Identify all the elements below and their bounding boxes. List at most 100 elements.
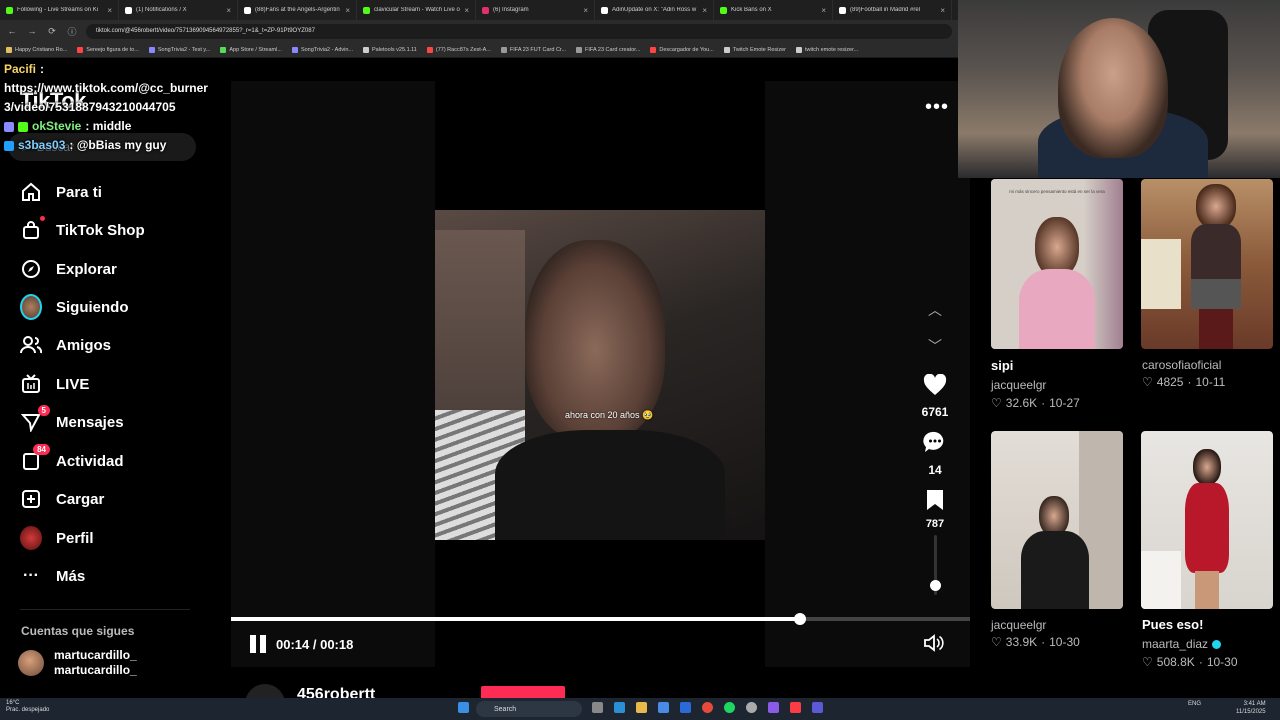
video-progress-handle[interactable]	[794, 613, 807, 625]
suggested-title[interactable]: Pues eso!	[1142, 617, 1203, 632]
bookmark-item[interactable]: Descargador de You...	[650, 46, 714, 53]
bookmark-item[interactable]: (77) Racc87s Zest-A...	[426, 46, 491, 53]
bookmark-item[interactable]: Twitch Emote Resizer	[723, 46, 787, 53]
spotify-icon[interactable]	[724, 702, 735, 713]
bookmark-item[interactable]: twitch emote resizer...	[796, 46, 858, 53]
tab-close-icon[interactable]: ×	[464, 6, 469, 15]
nav-item-amigos[interactable]: Amigos	[20, 331, 111, 359]
tab-close-icon[interactable]: ×	[226, 6, 231, 15]
tab-close-icon[interactable]: ×	[821, 6, 826, 15]
suggested-user[interactable]: jacqueelgr	[991, 618, 1046, 632]
bookmark-item[interactable]: SongTrivia2 - Advin...	[291, 46, 353, 53]
nav-item-actividad[interactable]: 84 Actividad	[20, 444, 124, 475]
nav-item-explorar[interactable]: Explorar	[20, 255, 117, 283]
tab-close-icon[interactable]: ×	[940, 6, 945, 15]
volume-slider-handle[interactable]	[930, 580, 941, 591]
reload-icon[interactable]: ⟳	[46, 26, 58, 37]
nav-item-perfil[interactable]: Perfil	[20, 524, 94, 552]
following-account[interactable]: martucardillo_ martucardillo_	[18, 648, 137, 678]
save-button[interactable]: 787	[916, 489, 954, 530]
bookmark-item[interactable]: FIFA 23 FUT Card Cr...	[500, 46, 566, 53]
browser-tab[interactable]: (88)Fans at the Angels-Argentin ×	[238, 0, 357, 20]
bookmark-item[interactable]: Sereejo figura de to...	[77, 46, 139, 53]
suggested-likes: 4825	[1156, 375, 1184, 389]
discord-icon[interactable]	[768, 702, 779, 713]
settings-icon[interactable]	[746, 702, 757, 713]
chrome-icon[interactable]	[702, 702, 713, 713]
suggested-username: carosofiaoficial	[1142, 358, 1222, 372]
suggested-video-card[interactable]	[1141, 179, 1273, 349]
time-current: 00:14	[276, 637, 310, 652]
tab-label: clavicular Stream - Watch Live o	[374, 7, 460, 13]
bookmark-item[interactable]: SongTrivia2 - Test y...	[148, 46, 210, 53]
browser-tab[interactable]: AdinUpdate on X: "Adin Ross w ×	[595, 0, 714, 20]
nav-label: Perfil	[56, 529, 94, 547]
more-options-icon[interactable]: •••	[925, 96, 949, 119]
nav-item-mas[interactable]: ··· Más	[20, 562, 85, 590]
tab-close-icon[interactable]: ×	[702, 6, 707, 15]
suggested-user[interactable]: jacqueelgr	[991, 378, 1046, 392]
music-icon[interactable]	[790, 702, 801, 713]
suggested-video-card[interactable]: mi más sincero pensamiento está en ser l…	[991, 179, 1123, 349]
pause-button[interactable]	[250, 635, 268, 655]
nav-item-para-ti[interactable]: Para ti	[20, 178, 102, 206]
browser-tab[interactable]: clavicular Stream - Watch Live o ×	[357, 0, 476, 20]
video-progress-bar[interactable]	[231, 613, 970, 625]
suggested-user[interactable]: carosofiaoficial	[1142, 358, 1221, 372]
nav-label: Más	[56, 567, 86, 585]
nav-item-tiktok-shop[interactable]: TikTok Shop	[20, 216, 145, 244]
volume-icon[interactable]	[924, 634, 944, 657]
like-button[interactable]: 6761	[916, 373, 954, 419]
tab-close-icon[interactable]: ×	[583, 6, 588, 15]
nav-label: Siguiendo	[56, 298, 129, 316]
tab-favicon-icon	[482, 6, 489, 14]
next-video-icon[interactable]: ﹀	[928, 336, 942, 356]
comment-button[interactable]: 14	[916, 430, 954, 477]
previous-video-icon[interactable]: ︿	[928, 300, 942, 320]
browser-tab[interactable]: (1) Notifications / X ×	[119, 0, 238, 20]
bookmark-item[interactable]: App Store / Streaml...	[220, 46, 282, 53]
suggested-video-card[interactable]	[991, 431, 1123, 609]
mail-icon[interactable]	[680, 702, 691, 713]
language-indicator[interactable]: ENG	[1188, 701, 1201, 707]
forward-icon[interactable]: →	[26, 26, 38, 36]
suggested-likes: 33.9K	[1005, 635, 1038, 649]
chat-username: Pacifi	[4, 62, 37, 76]
suggested-title[interactable]: sipi	[991, 358, 1013, 373]
browser-tab[interactable]: Kick Bans on X ×	[714, 0, 833, 20]
suggested-user[interactable]: maarta_diaz	[1142, 637, 1222, 651]
nav-item-live[interactable]: LIVE	[20, 370, 89, 398]
bookmark-item[interactable]: Happy Cristiano Ro...	[6, 46, 67, 53]
start-icon[interactable]	[458, 702, 469, 713]
nav-item-mensajes[interactable]: 5 Mensajes	[20, 405, 124, 436]
store-icon[interactable]	[658, 702, 669, 713]
nav-item-siguiendo[interactable]: Siguiendo	[20, 293, 129, 321]
url-field[interactable]: tiktok.com/@456robertt/video/75713690945…	[86, 23, 952, 39]
site-info-icon[interactable]: ⓘ	[66, 25, 78, 38]
back-icon[interactable]: ←	[6, 26, 18, 36]
edge-icon[interactable]	[614, 702, 625, 713]
video-content-image[interactable]	[435, 210, 765, 540]
bookmark-item[interactable]: FIFA 23 Card creator...	[576, 46, 640, 53]
weather-widget[interactable]: 16°C Prac. despejado	[6, 700, 49, 714]
browser-tab[interactable]: (89)Football in Madrid #rel ×	[833, 0, 952, 20]
browser-tab[interactable]: (6) Instagram ×	[476, 0, 595, 20]
chat-message: : middle	[85, 119, 132, 133]
clock[interactable]: 3:41 AM 11/15/2025	[1236, 700, 1266, 716]
tab-close-icon[interactable]: ×	[107, 6, 112, 15]
nav-item-cargar[interactable]: Cargar	[20, 485, 104, 513]
bookmark-label: Twitch Emote Resizer	[732, 46, 787, 53]
comment-count: 14	[928, 463, 942, 477]
taskbar-search[interactable]: Search	[476, 701, 582, 717]
tab-close-icon[interactable]: ×	[345, 6, 350, 15]
task-view-icon[interactable]	[592, 702, 603, 713]
explorer-icon[interactable]	[636, 702, 647, 713]
teams-icon[interactable]	[812, 702, 823, 713]
browser-tab[interactable]: Following - Live Streams on Ki ×	[0, 0, 119, 20]
bookmark-item[interactable]: Paletools v25.1.11	[363, 46, 417, 53]
suggested-username: jacqueelgr	[991, 618, 1047, 632]
tab-favicon-icon	[720, 6, 727, 14]
suggested-video-card[interactable]	[1141, 431, 1273, 609]
bookmark-favicon-icon	[77, 46, 84, 53]
tab-label: (89)Football in Madrid #rel	[850, 7, 921, 13]
